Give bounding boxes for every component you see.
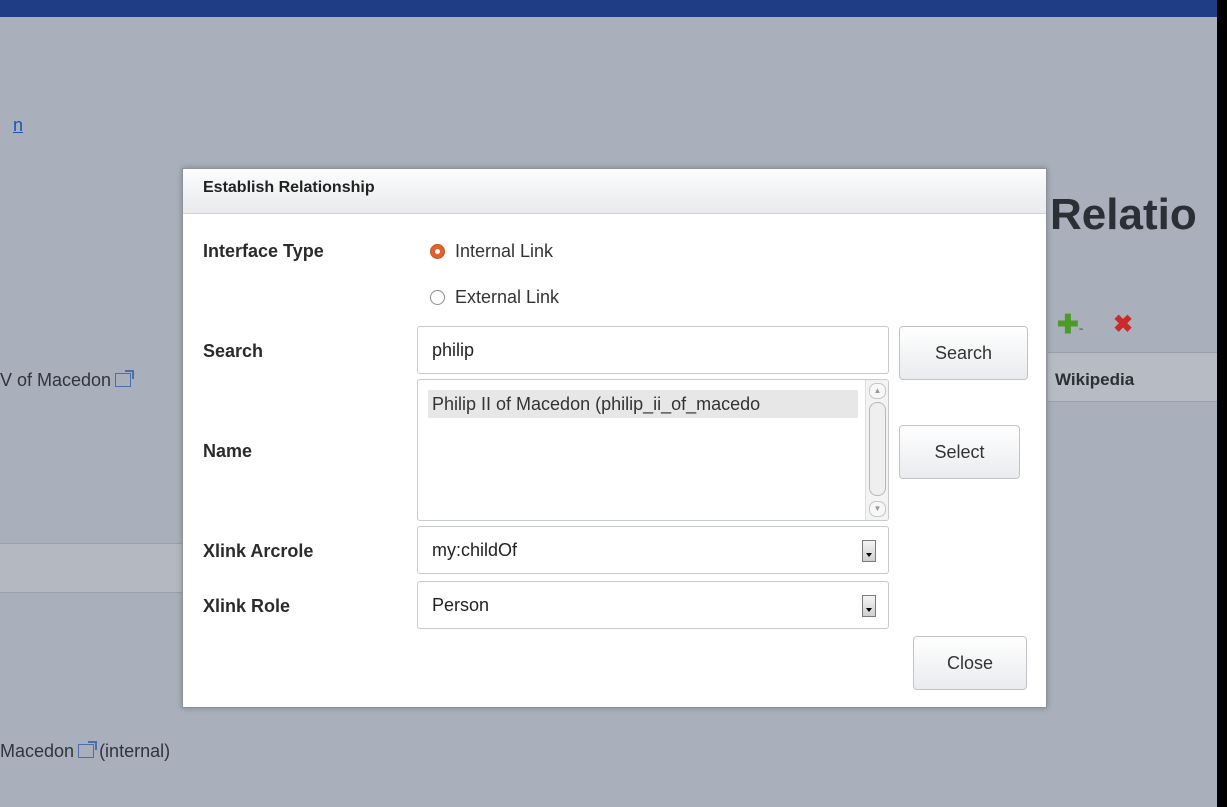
background-wikipedia-cell: Wikipedia (1055, 370, 1135, 389)
dialog-title: Establish Relationship (203, 179, 375, 196)
scroll-up-icon[interactable]: ▲ (869, 383, 886, 399)
search-input[interactable]: philip (417, 326, 889, 374)
select-button[interactable]: Select (899, 425, 1020, 479)
radio-label-internal: Internal Link (455, 241, 554, 261)
page-viewport: n Relatio ✚- ✖ Wikipedia V of Macedon Ma… (0, 0, 1217, 807)
radio-internal-link[interactable]: Internal Link (430, 241, 553, 262)
xlink-role-value: Person (432, 595, 490, 615)
list-item[interactable]: Philip II of Macedon (philip_ii_of_maced… (428, 390, 858, 418)
dialog-header: Establish Relationship (183, 169, 1046, 214)
plus-icon[interactable]: ✚- (1057, 311, 1083, 341)
radio-label-external: External Link (455, 287, 560, 307)
scroll-thumb[interactable] (869, 402, 886, 496)
xlink-arcrole-value: my:childOf (432, 540, 518, 560)
name-label: Name (203, 441, 253, 461)
radio-button-unchecked[interactable] (430, 290, 445, 305)
external-link-icon[interactable] (78, 741, 98, 758)
background-table-row (0, 543, 182, 593)
background-relation-suffix: (internal) (94, 741, 171, 761)
top-nav-bar (0, 0, 1217, 17)
chevron-down-icon[interactable] (862, 540, 876, 562)
close-button[interactable]: Close (913, 636, 1027, 690)
background-relation-text: V of Macedon (0, 370, 112, 390)
scroll-down-icon[interactable]: ▼ (869, 501, 886, 517)
interface-type-label: Interface Type (203, 241, 324, 261)
x-icon[interactable]: ✖ (1113, 312, 1133, 338)
background-link[interactable]: n (13, 115, 23, 136)
scrollbar[interactable]: ▲ ▼ (865, 380, 888, 520)
chevron-down-icon[interactable] (862, 595, 876, 617)
xlink-role-label: Xlink Role (203, 596, 291, 616)
background-relation-text: Macedon (0, 741, 75, 761)
background-relation-item: Macedon (internal) (0, 741, 170, 762)
radio-button-checked[interactable] (430, 244, 445, 259)
radio-external-link[interactable]: External Link (430, 287, 559, 308)
search-button[interactable]: Search (899, 326, 1028, 380)
search-label: Search (203, 341, 264, 361)
xlink-arcrole-select[interactable]: my:childOf (417, 526, 889, 574)
xlink-role-select[interactable]: Person (417, 581, 889, 629)
name-listbox[interactable]: Philip II of Macedon (philip_ii_of_maced… (417, 379, 889, 521)
background-page-title: Relatio (1050, 190, 1197, 239)
external-link-icon[interactable] (115, 370, 135, 387)
xlink-arcrole-label: Xlink Arcrole (203, 541, 314, 561)
background-relation-item: V of Macedon (0, 370, 135, 391)
establish-relationship-dialog: Establish Relationship Interface Type In… (182, 168, 1047, 708)
